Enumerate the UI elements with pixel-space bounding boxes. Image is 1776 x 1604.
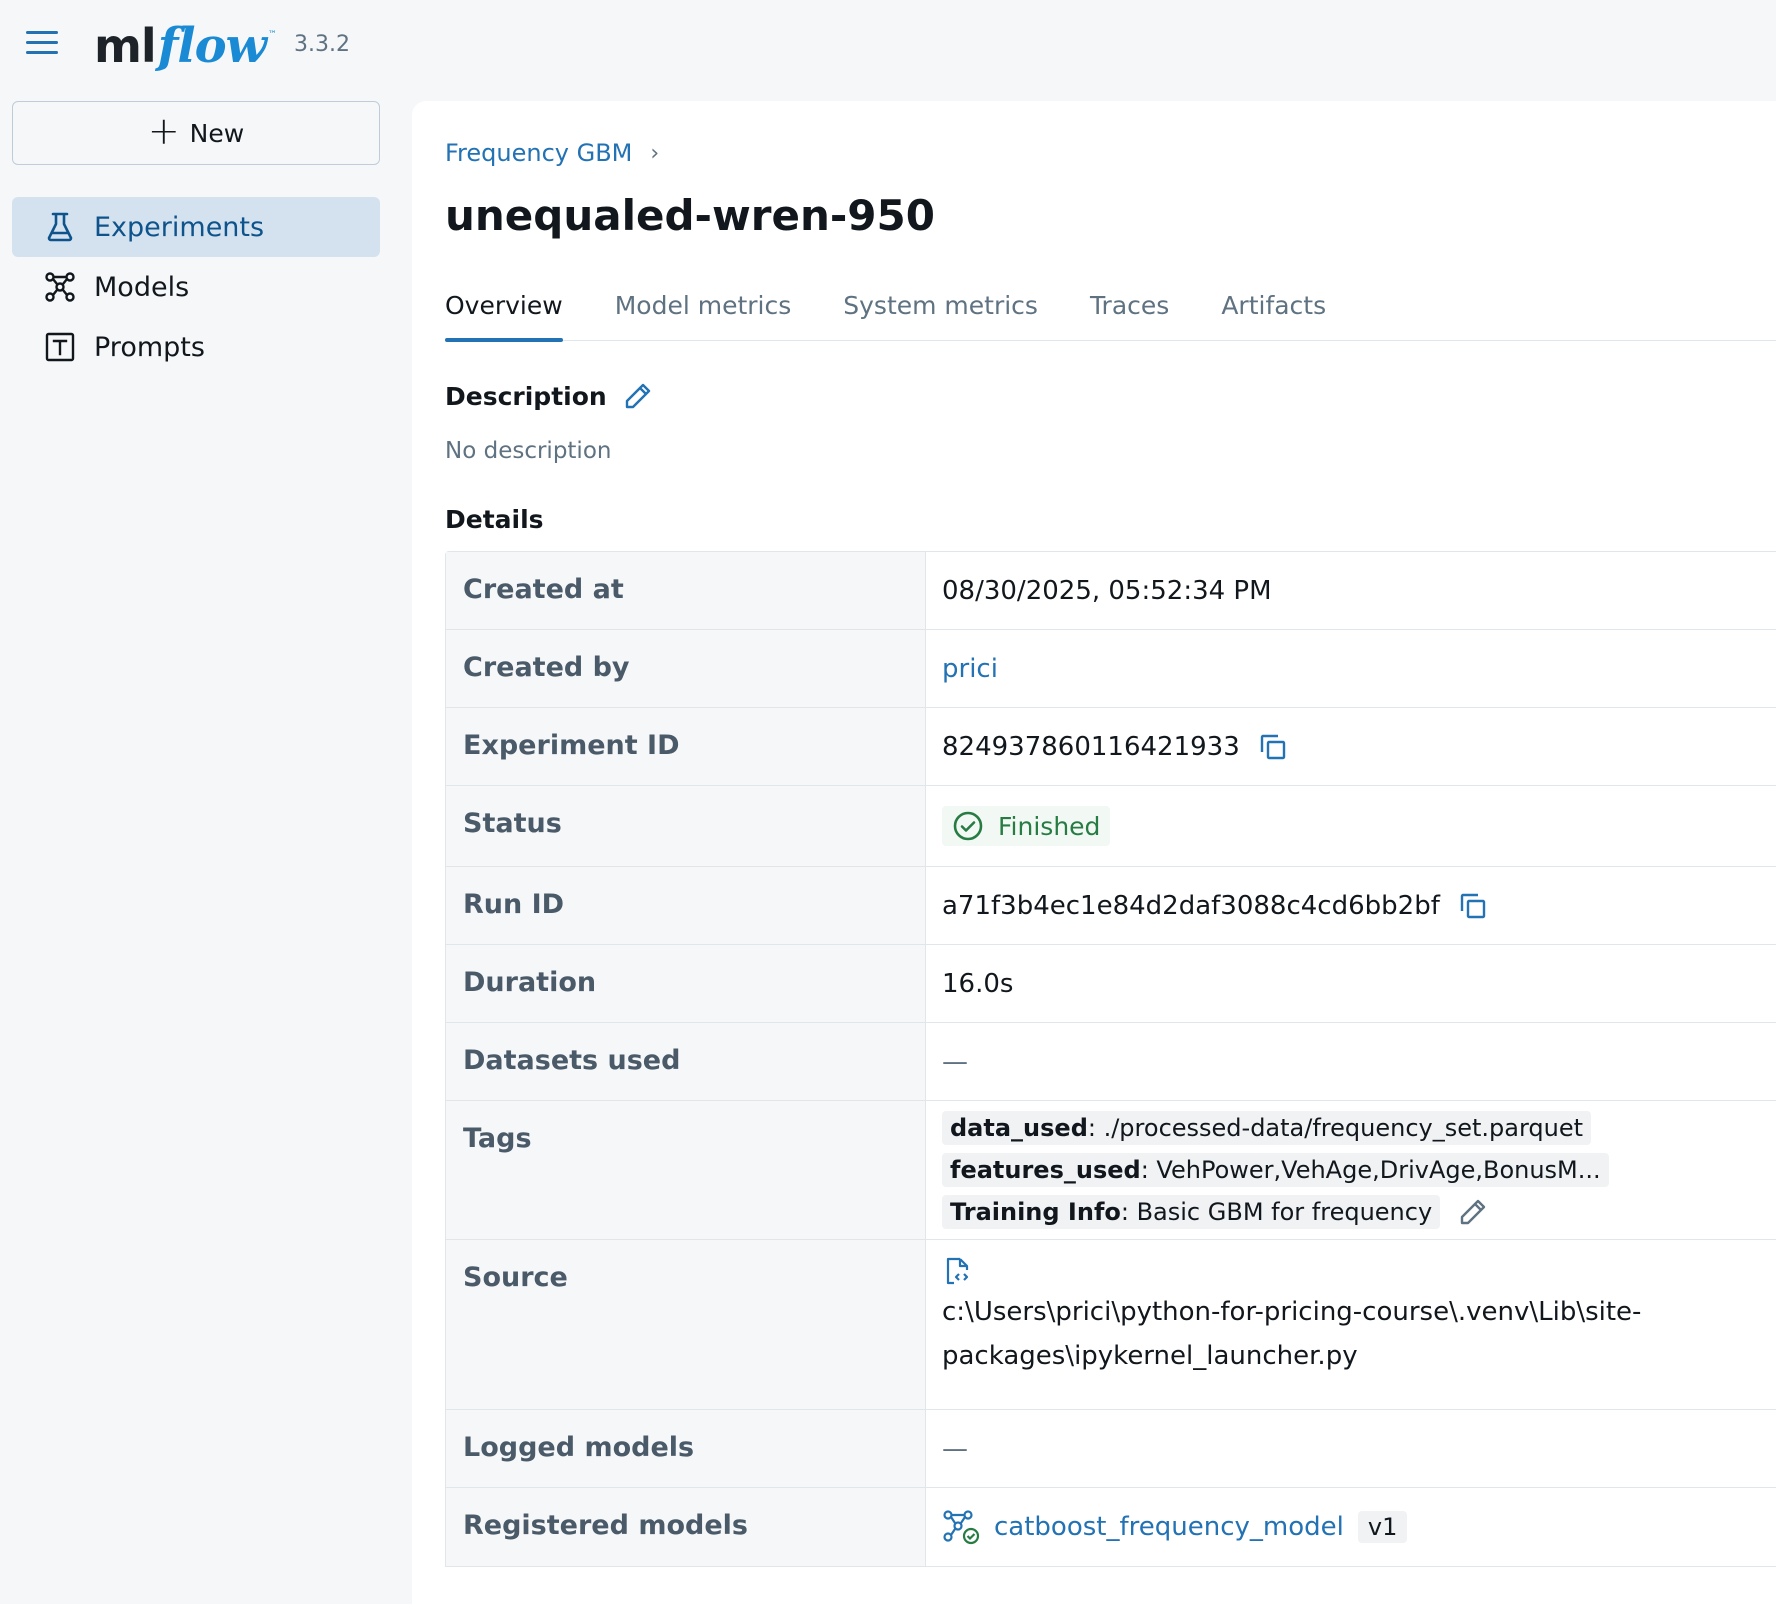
- tab-artifacts[interactable]: Artifacts: [1221, 291, 1326, 341]
- hamburger-menu-icon[interactable]: [26, 31, 58, 59]
- copy-icon[interactable]: [1458, 891, 1488, 921]
- breadcrumb-experiment-link[interactable]: Frequency GBM: [445, 139, 632, 167]
- tab-system-metrics[interactable]: System metrics: [843, 291, 1038, 341]
- experiment-id-value: 824937860116421933: [942, 731, 1240, 762]
- tag-key: Training Info: [950, 1198, 1121, 1226]
- plus-icon: +: [147, 109, 180, 153]
- row-label: Tags: [446, 1101, 926, 1239]
- tab-bar: Overview Model metrics System metrics Tr…: [445, 291, 1776, 342]
- sidebar-item-label: Experiments: [94, 211, 265, 243]
- models-icon: [45, 272, 75, 302]
- breadcrumb: Frequency GBM ›: [445, 139, 659, 167]
- model-version-badge[interactable]: v1: [1357, 1511, 1408, 1543]
- details-row-created-by: Created by prici: [446, 630, 1776, 708]
- row-label: Logged models: [446, 1410, 926, 1487]
- logged-models-value: —: [942, 1433, 968, 1464]
- edit-tags-pencil-icon[interactable]: [1458, 1197, 1488, 1227]
- copy-icon[interactable]: [1258, 732, 1288, 762]
- logo-trademark: ™: [267, 30, 277, 40]
- registered-model-link[interactable]: catboost_frequency_model: [994, 1512, 1344, 1542]
- tag-value: : Basic GBM for frequency: [1120, 1198, 1433, 1226]
- sidebar-item-label: Prompts: [94, 331, 205, 363]
- details-row-run-id: Run ID a71f3b4ec1e84d2daf3088c4cd6bb2bf: [446, 867, 1776, 945]
- row-label: Datasets used: [446, 1023, 926, 1100]
- tab-model-metrics[interactable]: Model metrics: [615, 291, 792, 341]
- sidebar-item-experiments[interactable]: Experiments: [12, 197, 380, 257]
- logo-flow-text: flow: [157, 18, 267, 74]
- mlflow-logo[interactable]: ml flow ™: [94, 8, 277, 84]
- status-badge: Finished: [942, 806, 1111, 846]
- created-by-link[interactable]: prici: [942, 654, 998, 684]
- row-label: Run ID: [446, 867, 926, 944]
- registered-model-icon: [943, 1510, 980, 1545]
- code-file-icon: [946, 1257, 969, 1285]
- main-panel: Frequency GBM › unequaled-wren-950 Overv…: [412, 101, 1776, 1604]
- source-path[interactable]: c:\Users\prici\python-for-pricing-course…: [942, 1290, 1662, 1378]
- description-heading: Description: [445, 381, 653, 411]
- page-title: unequaled-wren-950: [445, 191, 935, 240]
- tag-key: data_used: [950, 1114, 1088, 1142]
- duration-value: 16.0s: [942, 968, 1014, 999]
- row-label: Experiment ID: [446, 708, 926, 785]
- tab-overview[interactable]: Overview: [445, 291, 563, 342]
- details-row-created-at: Created at 08/30/2025, 05:52:34 PM: [446, 552, 1776, 630]
- row-label: Registered models: [446, 1488, 926, 1566]
- run-id-value: a71f3b4ec1e84d2daf3088c4cd6bb2bf: [942, 890, 1440, 921]
- sidebar-item-prompts[interactable]: Prompts: [12, 317, 380, 377]
- pencil-icon[interactable]: [623, 381, 653, 411]
- details-row-logged-models: Logged models —: [446, 1410, 1776, 1488]
- details-row-source: Source c:\Users\prici\python-for-pricing…: [446, 1240, 1776, 1410]
- tag-value: : ./processed-data/frequency_set.parquet: [1087, 1114, 1584, 1142]
- prompts-icon: [45, 332, 75, 362]
- details-row-status: Status Finished: [446, 786, 1776, 867]
- description-text: No description: [445, 438, 612, 464]
- tag-line: Training Info: Basic GBM for frequency: [942, 1195, 1488, 1229]
- details-row-duration: Duration 16.0s: [446, 945, 1776, 1023]
- tab-traces[interactable]: Traces: [1090, 291, 1169, 341]
- version-label: 3.3.2: [294, 32, 350, 57]
- sidebar-item-label: Models: [94, 271, 190, 303]
- row-label: Source: [446, 1240, 926, 1409]
- tag-value: : VehPower,VehAge,DrivAge,BonusM...: [1140, 1156, 1601, 1184]
- chevron-right-icon: ›: [650, 140, 660, 166]
- tag-data-used[interactable]: data_used: ./processed-data/frequency_se…: [942, 1111, 1592, 1145]
- flask-icon: [47, 212, 73, 242]
- new-button-label: New: [189, 118, 245, 148]
- details-heading: Details: [445, 505, 544, 534]
- details-row-registered-models: Registered models catboost_frequency_mod…: [446, 1488, 1776, 1566]
- details-row-tags: Tags data_used: ./processed-data/frequen…: [446, 1101, 1776, 1240]
- description-heading-text: Description: [445, 381, 607, 411]
- tag-features-used[interactable]: features_used: VehPower,VehAge,DrivAge,B…: [942, 1153, 1609, 1187]
- row-label: Created at: [446, 552, 926, 629]
- row-label: Duration: [446, 945, 926, 1022]
- new-button[interactable]: + New: [12, 101, 380, 165]
- datasets-used-value: —: [942, 1046, 968, 1077]
- row-label: Created by: [446, 630, 926, 707]
- details-table: Created at 08/30/2025, 05:52:34 PM Creat…: [445, 551, 1776, 1567]
- sidebar-nav: Experiments Models Prompts: [12, 197, 380, 377]
- tag-training-info[interactable]: Training Info: Basic GBM for frequency: [942, 1195, 1441, 1229]
- created-at-value: 08/30/2025, 05:52:34 PM: [942, 575, 1272, 606]
- details-row-datasets-used: Datasets used —: [446, 1023, 1776, 1101]
- details-row-experiment-id: Experiment ID 824937860116421933: [446, 708, 1776, 786]
- tag-key: features_used: [950, 1156, 1141, 1184]
- logo-ml-text: ml: [94, 19, 157, 73]
- check-circle-icon: [953, 811, 983, 841]
- sidebar-item-models[interactable]: Models: [12, 257, 380, 317]
- row-label: Status: [446, 786, 926, 866]
- status-text: Finished: [998, 811, 1101, 841]
